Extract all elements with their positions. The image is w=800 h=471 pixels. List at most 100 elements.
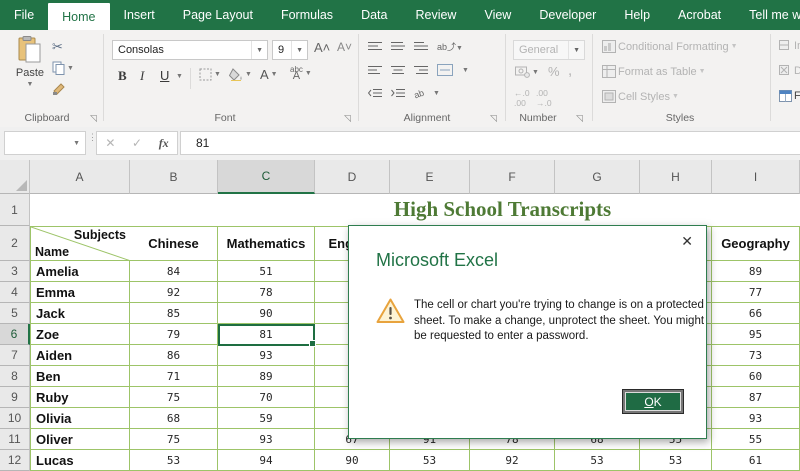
row-header-9[interactable]: 9 [0, 387, 30, 408]
cell-B3[interactable]: 84 [130, 261, 218, 282]
column-header-D[interactable]: D [315, 160, 390, 194]
cell-A3[interactable]: Amelia [30, 261, 130, 282]
tab-help[interactable]: Help [610, 0, 664, 30]
tab-data[interactable]: Data [347, 0, 401, 30]
underline-dropdown-arrow[interactable]: ▼ [176, 73, 183, 80]
fill-color-button[interactable]: ▼ [229, 68, 252, 81]
cell-I10[interactable]: 93 [712, 408, 800, 429]
cell-B11[interactable]: 75 [130, 429, 218, 450]
cell-I4[interactable]: 77 [712, 282, 800, 303]
tab-formulas[interactable]: Formulas [267, 0, 347, 30]
cell-A4[interactable]: Emma [30, 282, 130, 303]
row-header-1[interactable]: 1 [0, 194, 30, 226]
row-header-4[interactable]: 4 [0, 282, 30, 303]
cell-A7[interactable]: Aiden [30, 345, 130, 366]
cell-I7[interactable]: 73 [712, 345, 800, 366]
comma-style-button[interactable]: , [568, 62, 572, 79]
increase-decimal-button[interactable]: ←.0.00 [514, 88, 530, 108]
tab-review[interactable]: Review [401, 0, 470, 30]
number-dialog-launcher[interactable]: ◹ [576, 114, 586, 124]
close-icon[interactable]: ✕ [681, 233, 693, 250]
font-color-button[interactable]: A ▼ [260, 67, 278, 82]
conditional-formatting-button[interactable]: Conditional Formatting ▼ [602, 40, 738, 53]
wrap-arrow[interactable]: ▼ [433, 90, 440, 97]
cell-A11[interactable]: Oliver [30, 429, 130, 450]
row-header-6[interactable]: 6 [0, 324, 30, 345]
tab-developer[interactable]: Developer [525, 0, 610, 30]
font-size-combo[interactable]: 9 ▼ [272, 40, 308, 60]
column-header-E[interactable]: E [390, 160, 470, 194]
column-header-B[interactable]: B [130, 160, 218, 194]
cell-A2-corner[interactable]: Subjects Name [30, 226, 131, 261]
name-box[interactable]: ▼ [4, 131, 86, 155]
cell-I2[interactable]: Geography [712, 226, 800, 261]
cell-C6[interactable]: 81 [218, 324, 315, 345]
cell-A10[interactable]: Olivia [30, 408, 130, 429]
row-header-2[interactable]: 2 [0, 226, 30, 261]
cell-C9[interactable]: 70 [218, 387, 315, 408]
format-as-table-button[interactable]: Format as Table ▼ [602, 65, 706, 78]
cell-G12[interactable]: 53 [555, 450, 640, 471]
ok-button[interactable]: OK [623, 390, 683, 413]
format-cells-button[interactable]: Format [779, 90, 800, 102]
column-header-A[interactable]: A [30, 160, 130, 194]
cell-I6[interactable]: 95 [712, 324, 800, 345]
insert-cells-button[interactable]: Insert [779, 40, 800, 52]
cell-B12[interactable]: 53 [130, 450, 218, 471]
cell-B8[interactable]: 71 [130, 366, 218, 387]
row-header-3[interactable]: 3 [0, 261, 30, 282]
cell-A5[interactable]: Jack [30, 303, 130, 324]
column-header-I[interactable]: I [712, 160, 800, 194]
cell-A6[interactable]: Zoe [30, 324, 130, 345]
column-header-F[interactable]: F [470, 160, 555, 194]
column-header-H[interactable]: H [640, 160, 712, 194]
cell-F12[interactable]: 92 [470, 450, 555, 471]
tab-home[interactable]: Home [48, 3, 110, 30]
wrap-text-button[interactable]: ab [413, 87, 426, 100]
number-format-combo[interactable]: General ▼ [513, 40, 585, 60]
tab-file[interactable]: File [0, 0, 48, 30]
tell-me-box[interactable]: Tell me what you [735, 0, 800, 30]
cell-C12[interactable]: 94 [218, 450, 315, 471]
row-header-11[interactable]: 11 [0, 429, 30, 450]
select-all-corner[interactable] [0, 160, 30, 194]
cell-C8[interactable]: 89 [218, 366, 315, 387]
merge-arrow[interactable]: ▼ [462, 67, 469, 74]
cell-I12[interactable]: 61 [712, 450, 800, 471]
alignment-dialog-launcher[interactable]: ◹ [490, 114, 500, 124]
row-header-7[interactable]: 7 [0, 345, 30, 366]
paste-button[interactable]: Paste ▼ [10, 36, 50, 88]
cell-C2[interactable]: Mathematics [218, 226, 315, 261]
format-painter-button[interactable] [52, 82, 66, 96]
cell-I9[interactable]: 87 [712, 387, 800, 408]
percent-style-button[interactable]: % [548, 64, 560, 79]
row-header-8[interactable]: 8 [0, 366, 30, 387]
cell-B7[interactable]: 86 [130, 345, 218, 366]
accounting-format-button[interactable]: ▼ [515, 66, 539, 78]
cell-E12[interactable]: 53 [390, 450, 470, 471]
align-top-icon[interactable] [368, 41, 382, 52]
cell-C7[interactable]: 93 [218, 345, 315, 366]
cell-B6[interactable]: 79 [130, 324, 218, 345]
cancel-entry-icon[interactable]: ✕ [105, 136, 115, 150]
insert-function-icon[interactable]: fx [159, 136, 169, 151]
cell-C11[interactable]: 93 [218, 429, 315, 450]
cell-A8[interactable]: Ben [30, 366, 130, 387]
align-center-icon[interactable] [391, 65, 405, 76]
cell-I5[interactable]: 66 [712, 303, 800, 324]
cell-C10[interactable]: 59 [218, 408, 315, 429]
decrease-font-button[interactable]: A˅ [337, 40, 352, 54]
orientation-button[interactable]: ab⤴▼ [437, 40, 463, 53]
formula-input[interactable]: 81 [180, 131, 800, 155]
align-left-icon[interactable] [368, 65, 382, 76]
tab-view[interactable]: View [470, 0, 525, 30]
cell-A12[interactable]: Lucas [30, 450, 130, 471]
align-right-icon[interactable] [414, 65, 428, 76]
cell-I3[interactable]: 89 [712, 261, 800, 282]
tab-page-layout[interactable]: Page Layout [169, 0, 267, 30]
cell-H12[interactable]: 53 [640, 450, 712, 471]
cell-B4[interactable]: 92 [130, 282, 218, 303]
phonetic-button[interactable]: abc A ▼ [290, 66, 312, 82]
row-header-5[interactable]: 5 [0, 303, 30, 324]
align-bottom-icon[interactable] [414, 41, 428, 52]
